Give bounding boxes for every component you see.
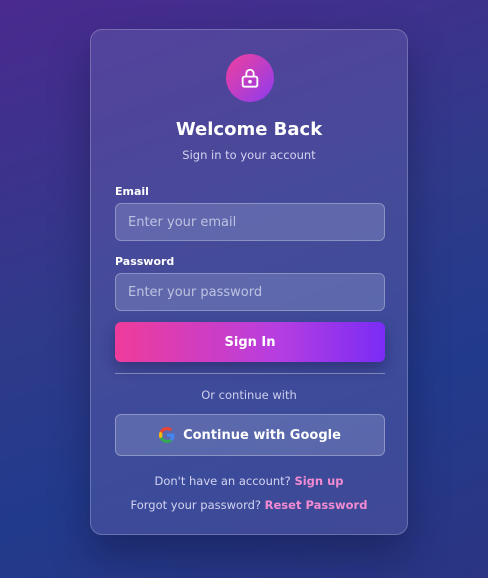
reset-prompt: Forgot your password?	[130, 498, 261, 512]
page-title: Welcome Back	[175, 119, 323, 140]
signup-prompt: Don't have an account?	[154, 474, 291, 488]
google-sign-in-button[interactable]: Continue with Google	[115, 414, 385, 456]
divider-text: Or continue with	[201, 388, 297, 402]
google-button-label: Continue with Google	[183, 427, 341, 443]
signup-row: Don't have an account? Sign up	[91, 474, 407, 488]
google-icon	[159, 427, 175, 443]
email-label: Email	[115, 185, 149, 198]
lock-icon	[241, 68, 259, 88]
login-card: Welcome Back Sign in to your account Ema…	[90, 29, 408, 535]
password-label: Password	[115, 255, 175, 268]
email-field[interactable]	[115, 203, 385, 241]
password-field[interactable]	[115, 273, 385, 311]
reset-row: Forgot your password? Reset Password	[91, 498, 407, 512]
divider	[115, 373, 385, 374]
sign-in-button[interactable]: Sign In	[115, 322, 385, 362]
signup-link[interactable]: Sign up	[294, 474, 343, 488]
page-subtitle: Sign in to your account	[182, 148, 316, 162]
logo-badge	[226, 54, 274, 102]
reset-password-link[interactable]: Reset Password	[265, 498, 368, 512]
